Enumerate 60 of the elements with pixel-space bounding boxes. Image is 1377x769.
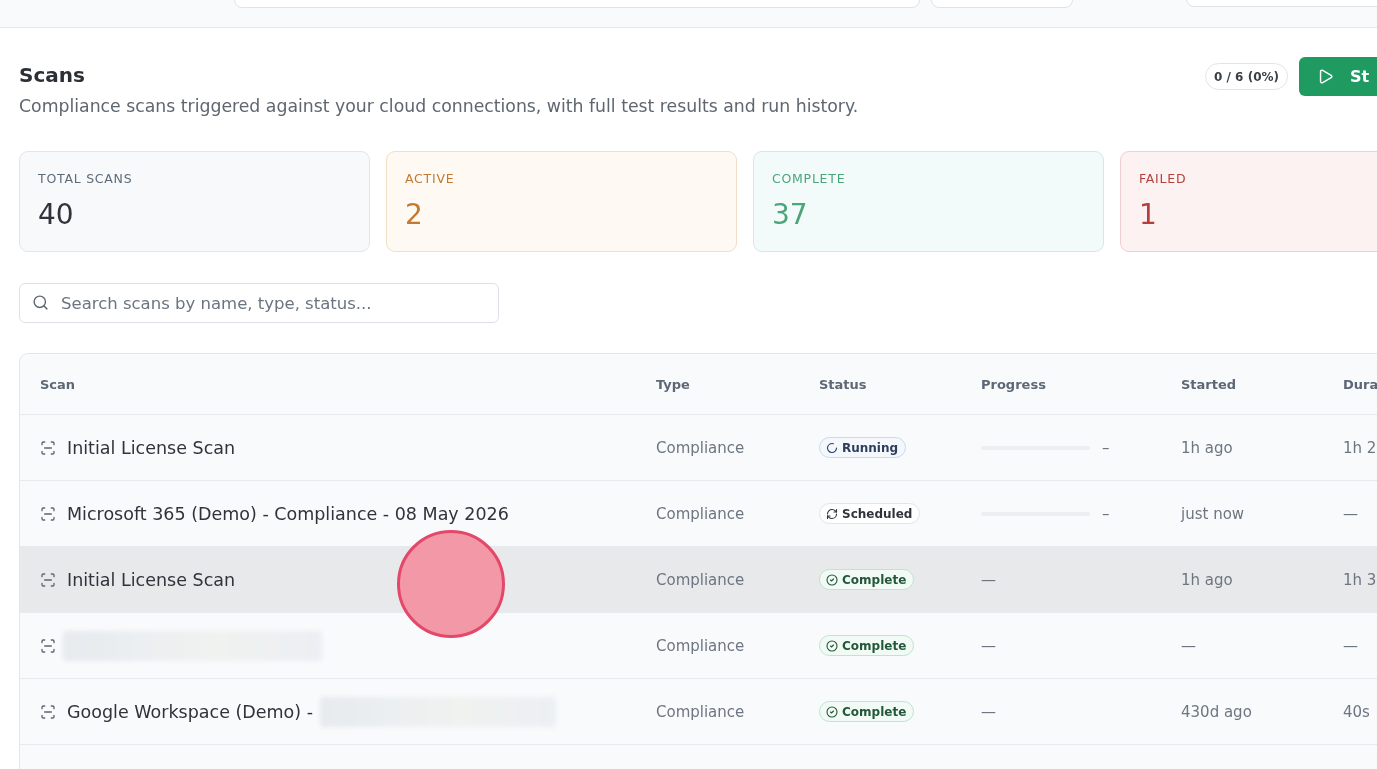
scan-name: Initial License Scan: [67, 437, 236, 458]
status-label: Running: [842, 440, 899, 455]
table-cell: Compliance: [656, 438, 745, 457]
status-label: Complete: [842, 638, 907, 653]
progress-reading: –: [1102, 438, 1110, 457]
check-circle-icon: [826, 639, 838, 652]
table-cell: just now: [1181, 504, 1245, 523]
table-cell: 1h 3: [1343, 570, 1377, 589]
stat-value: 37: [772, 198, 808, 232]
table-cell: —: [981, 636, 996, 655]
stat-label: COMPLETE: [772, 171, 846, 187]
column-header[interactable]: Progress: [981, 376, 1046, 392]
column-header[interactable]: Status: [819, 376, 867, 392]
table-cell: 430d ago: [1181, 702, 1252, 721]
stat-label: TOTAL SCANS: [38, 171, 133, 187]
table-cell: 1h ago: [1181, 570, 1233, 589]
column-header[interactable]: Dura: [1343, 376, 1377, 392]
status-label: Complete: [842, 572, 907, 587]
search-field[interactable]: Search scans by name, type, status...: [19, 283, 499, 323]
scan-icon: [40, 439, 56, 456]
scan-icon: [40, 703, 56, 720]
refresh-icon: [826, 507, 838, 520]
page-subtitle: Compliance scans triggered against your cloud connections, with full test results and run history.: [19, 95, 859, 118]
table-cell: —: [981, 702, 996, 721]
scan-name: Initial License Scan: [67, 569, 236, 590]
stat-value: 1: [1139, 198, 1157, 232]
table-cell: —: [1343, 636, 1358, 655]
check-circle-icon: [826, 573, 838, 586]
spinner-icon: [826, 441, 838, 454]
table-cell: Compliance: [656, 504, 745, 523]
page-title: Scans: [19, 62, 85, 88]
table-cell: 40s: [1343, 702, 1370, 721]
column-header[interactable]: Started: [1181, 376, 1237, 392]
scan-name: Microsoft 365 (Demo) - Compliance - 08 May 2026: [67, 503, 509, 524]
table-cell: —: [1181, 636, 1196, 655]
table-cell: Compliance: [656, 570, 745, 589]
stat-value: 2: [405, 198, 423, 232]
table-cell: Compliance: [656, 702, 745, 721]
scan-name: Google Workspace (Demo) -: [67, 701, 314, 722]
table-cell: 1h 2: [1343, 438, 1377, 457]
column-header[interactable]: Type: [656, 376, 690, 392]
table-cell: Compliance: [656, 636, 745, 655]
search-icon: [32, 294, 49, 311]
scan-icon: [40, 505, 56, 522]
stat-label: FAILED: [1139, 171, 1187, 187]
table-cell: 1h ago: [1181, 438, 1233, 457]
stat-label: ACTIVE: [405, 171, 455, 187]
table-row[interactable]: Initial License Scan Compliance Complete — 1h ago 1h 3: [20, 547, 1377, 613]
status-label: Complete: [842, 704, 907, 719]
stat-value: 40: [38, 198, 74, 232]
play-icon: [1317, 68, 1334, 85]
table-cell: —: [1343, 504, 1358, 523]
check-circle-icon: [826, 705, 838, 718]
scan-icon: [40, 571, 56, 588]
table-cell: —: [981, 570, 996, 589]
status-label: Scheduled: [842, 506, 913, 521]
column-header[interactable]: Scan: [40, 376, 76, 392]
primary-button[interactable]: St: [1299, 57, 1377, 96]
progress-reading: –: [1102, 504, 1110, 523]
scan-icon: [40, 637, 56, 654]
